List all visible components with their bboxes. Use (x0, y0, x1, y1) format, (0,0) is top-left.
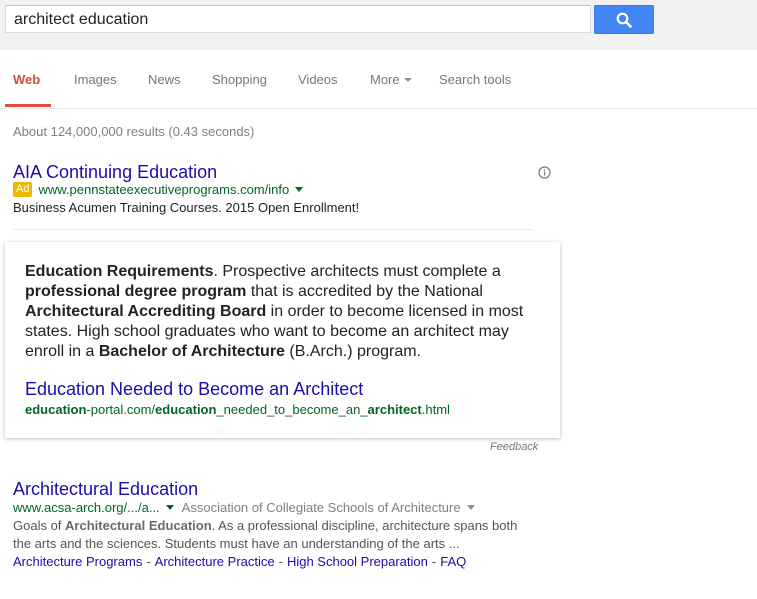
tab-more[interactable]: More (370, 72, 412, 87)
url-bold-1: education (25, 402, 87, 417)
sitelink-high-school-preparation[interactable]: High School Preparation (287, 554, 428, 569)
result-title-link[interactable]: Architectural Education (13, 479, 198, 500)
url-dropdown-icon[interactable] (165, 505, 174, 510)
answer-text-2: that is accredited by the National (246, 283, 483, 300)
info-icon[interactable] (538, 166, 551, 179)
answer-bold-3: Architectural Accrediting Board (25, 303, 267, 320)
result-url: www.acsa-arch.org/.../a... (13, 500, 160, 515)
answer-text-1: . Prospective architects must complete a (213, 263, 501, 280)
sitelink-faq[interactable]: FAQ (440, 554, 466, 569)
answer-bold-1: Education Requirements (25, 263, 214, 280)
active-tab-indicator (5, 104, 51, 107)
url-bold-3: architect (367, 402, 422, 417)
answer-text-4: (B.Arch.) program. (284, 343, 421, 360)
tab-more-label: More (370, 72, 400, 87)
answer-box: Education Requirements. Prospective arch… (5, 242, 560, 438)
sitelinks: Architecture Programs - Architecture Pract… (13, 554, 467, 569)
ad-url-line: Ad www.pennstateexecutiveprograms.com/in… (13, 182, 304, 197)
search-tabs: Web Images News Shopping Videos More Sea… (0, 50, 757, 109)
ad-badge: Ad (13, 182, 33, 197)
search-input[interactable] (14, 10, 574, 30)
tab-web[interactable]: Web (13, 72, 40, 87)
ad-url: www.pennstateexecutiveprograms.com/info (38, 182, 290, 197)
tab-videos[interactable]: Videos (298, 72, 338, 87)
search-box[interactable] (5, 5, 591, 33)
result-snippet: Goals of Architectural Education. As a p… (13, 517, 533, 553)
feedback-link[interactable]: Feedback (490, 441, 538, 453)
answer-bold-2: professional degree program (25, 283, 247, 300)
answer-bold-4: Bachelor of Architecture (98, 343, 285, 360)
ad-divider (13, 229, 533, 230)
sitelink-architecture-programs[interactable]: Architecture Programs (13, 554, 142, 569)
result-url-line: www.acsa-arch.org/.../a... Association o… (13, 500, 475, 515)
url-dropdown-icon[interactable] (295, 187, 304, 192)
url-part-3: .html (421, 402, 450, 417)
ad-title-link[interactable]: AIA Continuing Education (13, 162, 217, 183)
tab-search-tools[interactable]: Search tools (439, 72, 511, 87)
tab-news[interactable]: News (148, 72, 181, 87)
sitelink-architecture-practice[interactable]: Architecture Practice (155, 554, 275, 569)
snippet-text-1: Goals of (13, 518, 66, 533)
chevron-down-icon (403, 77, 412, 82)
chevron-down-icon[interactable] (466, 505, 475, 510)
result-source: Association of Collegiate Schools of Arc… (181, 500, 461, 515)
url-part-1: -portal.com/ (86, 402, 156, 417)
top-bar (0, 0, 757, 50)
url-bold-2: education (155, 402, 217, 417)
snippet-bold: Architectural Education (65, 518, 212, 533)
search-icon (616, 12, 632, 28)
result-stats: About 124,000,000 results (0.43 seconds) (13, 124, 255, 139)
tab-images[interactable]: Images (74, 72, 117, 87)
answer-source-link[interactable]: Education Needed to Become an Architect (25, 379, 363, 400)
ad-description: Business Acumen Training Courses. 2015 O… (13, 200, 360, 215)
tab-shopping[interactable]: Shopping (212, 72, 267, 87)
search-button[interactable] (594, 5, 654, 34)
answer-source-url: education-portal.com/education_needed_to… (25, 402, 450, 417)
answer-text: Education Requirements. Prospective arch… (25, 262, 545, 362)
url-part-2: _needed_to_become_an_ (216, 402, 368, 417)
